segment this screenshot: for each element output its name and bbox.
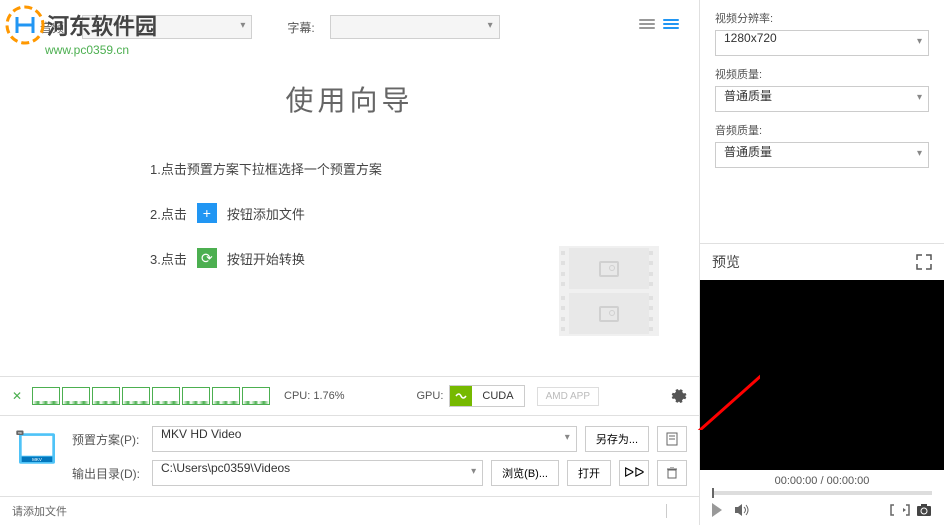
preset-area: MKV HD 预置方案(P): MKV HD Video 另存为... 输出目录…	[0, 415, 699, 496]
volume-icon[interactable]	[734, 503, 750, 517]
play-button[interactable]	[712, 503, 722, 517]
cpu-usage-label: CPU: 1.76%	[284, 390, 345, 402]
status-text: 请添加文件	[12, 503, 67, 519]
performance-bar: ✕ CPU: 1.76% GPU: CUDA AMD APP	[0, 376, 699, 415]
close-perf-icon[interactable]: ✕	[12, 389, 26, 403]
expand-icon[interactable]	[916, 254, 932, 270]
settings-gear-icon[interactable]	[671, 388, 687, 404]
subtitle-select[interactable]	[330, 15, 500, 39]
open-button[interactable]: 打开	[567, 460, 611, 486]
resolution-label: 视频分辨率:	[715, 10, 929, 26]
add-icon: +	[197, 203, 217, 223]
output-dir-select[interactable]: C:\Users\pc0359\Videos	[152, 460, 483, 486]
video-quality-select[interactable]: 普通质量	[715, 86, 929, 112]
gpu-label: GPU:	[416, 390, 443, 402]
wizard-area: 使用向导 1.点击预置方案下拉框选择一个预置方案 2.点击 + 按钮添加文件 3…	[0, 49, 699, 376]
nvidia-icon	[450, 386, 472, 406]
output-settings: 视频分辨率: 1280x720 视频质量: 普通质量 音频质量: 普通质量	[700, 0, 944, 188]
preset-scheme-label: 预置方案(P):	[72, 431, 144, 448]
film-placeholder	[559, 246, 659, 336]
wizard-step-2: 2.点击 + 按钮添加文件	[150, 203, 659, 223]
preview-controls: 00:00:00 / 00:00:00	[700, 470, 944, 525]
wizard-step-1: 1.点击预置方案下拉框选择一个预置方案	[150, 159, 659, 178]
audio-quality-select[interactable]: 普通质量	[715, 142, 929, 168]
snapshot-icon[interactable]	[916, 503, 932, 517]
subtitle-label: 字幕:	[287, 19, 314, 36]
svg-text:HD: HD	[18, 431, 22, 435]
amd-badge[interactable]: AMD APP	[537, 387, 599, 406]
view-list-icon[interactable]	[639, 19, 655, 35]
preview-video-area[interactable]	[700, 280, 944, 470]
more-button[interactable]: ᐅᐅ	[619, 460, 649, 486]
resolution-select[interactable]: 1280x720	[715, 30, 929, 56]
site-logo-icon	[5, 5, 45, 45]
watermark-overlay: 河东软件园 www.pc0359.cn	[5, 5, 157, 57]
preset-scheme-row: 预置方案(P): MKV HD Video 另存为...	[72, 426, 687, 452]
wizard-title: 使用向导	[40, 79, 659, 119]
document-button[interactable]	[657, 426, 687, 452]
view-detail-icon[interactable]	[663, 19, 679, 35]
progress-bar[interactable]	[712, 491, 932, 495]
audio-quality-label: 音频质量:	[715, 122, 929, 138]
site-name: 河东软件园	[47, 9, 157, 41]
output-dir-row: 输出目录(D): C:\Users\pc0359\Videos 浏览(B)...…	[72, 460, 687, 486]
left-panel: 音频: 字幕: 使用向导 1.点击预置方案下拉框选择一个预置方案	[0, 0, 700, 525]
cpu-cores-display	[32, 387, 270, 405]
svg-text:MKV: MKV	[32, 457, 42, 462]
right-panel: 视频分辨率: 1280x720 视频质量: 普通质量 音频质量: 普通质量	[700, 0, 944, 525]
mkv-format-icon: MKV HD	[12, 426, 62, 471]
preview-header: 预览	[700, 243, 944, 280]
output-dir-label: 输出目录(D):	[72, 465, 144, 482]
browse-button[interactable]: 浏览(B)...	[491, 460, 559, 486]
delete-button[interactable]	[657, 460, 687, 486]
save-as-button[interactable]: 另存为...	[585, 426, 649, 452]
convert-icon: ⟳	[197, 248, 217, 268]
site-url: www.pc0359.cn	[45, 43, 157, 57]
cuda-badge[interactable]: CUDA	[449, 385, 524, 407]
preview-title: 预览	[712, 252, 740, 272]
bracket-icon[interactable]	[890, 503, 910, 517]
status-bar: 请添加文件	[0, 496, 699, 525]
time-display: 00:00:00 / 00:00:00	[712, 475, 932, 487]
video-quality-label: 视频质量:	[715, 66, 929, 82]
preset-scheme-select[interactable]: MKV HD Video	[152, 426, 577, 452]
